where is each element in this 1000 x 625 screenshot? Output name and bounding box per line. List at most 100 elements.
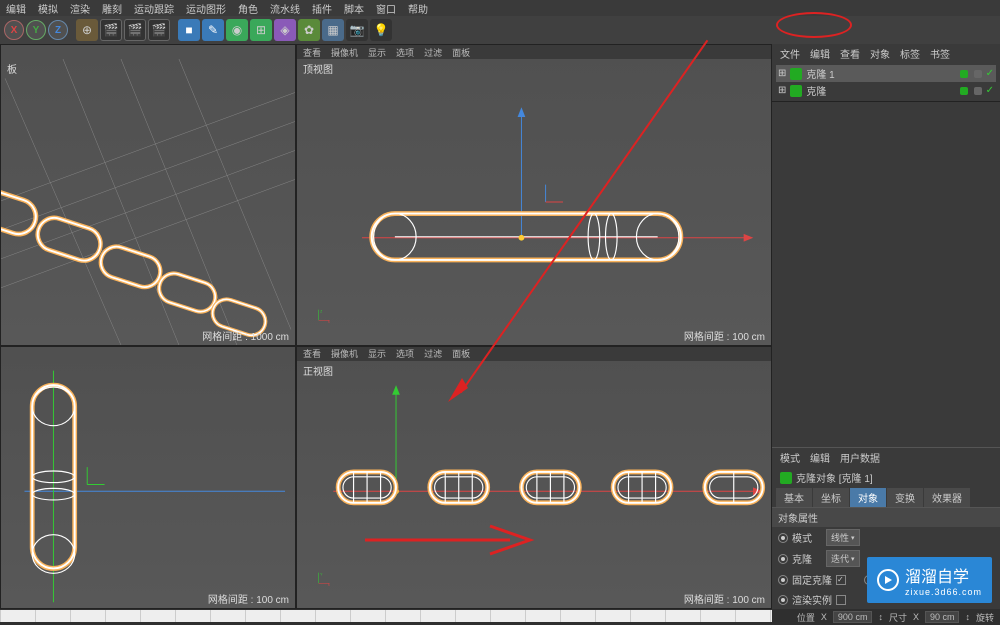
visibility-toggle[interactable] <box>960 87 968 95</box>
render-settings-button[interactable]: 🎬 <box>148 19 170 41</box>
light-button[interactable]: 💡 <box>370 19 392 41</box>
vp-menu-item[interactable]: 过滤 <box>424 347 442 360</box>
enable-check[interactable]: ✓ <box>986 85 994 96</box>
object-name: 克隆 1 <box>806 66 834 81</box>
vp-menu-item[interactable]: 显示 <box>368 347 386 360</box>
viewport-front[interactable]: 查看 摄像机 显示 选项 过滤 面板 正视图 <box>296 346 772 609</box>
om-menu-item[interactable]: 书签 <box>930 46 950 61</box>
axis-y-button[interactable]: Y <box>26 20 46 40</box>
menu-item[interactable]: 雕刻 <box>102 1 122 16</box>
object-tree-item[interactable]: ⊞ 克隆 1 ✓ <box>776 65 996 82</box>
tab-effector[interactable]: 效果器 <box>924 488 970 507</box>
expand-icon[interactable]: ⊞ <box>778 68 786 79</box>
menu-item[interactable]: 运动跟踪 <box>134 1 174 16</box>
menu-item[interactable]: 渲染 <box>70 1 90 16</box>
size-x-field[interactable]: 90 cm <box>925 611 960 623</box>
menu-item[interactable]: 流水线 <box>270 1 300 16</box>
grid-status: 网格间距 : 1000 cm <box>202 328 289 343</box>
timeline-ruler[interactable] <box>0 610 772 622</box>
hud-axis: X <box>913 612 919 622</box>
visibility-toggle[interactable] <box>960 70 968 78</box>
menu-item[interactable]: 角色 <box>238 1 258 16</box>
menu-item[interactable]: 窗口 <box>376 1 396 16</box>
floor-button[interactable]: ▦ <box>322 19 344 41</box>
attr-menu-item[interactable]: 模式 <box>780 450 800 465</box>
hud-label: 旋转 <box>976 611 994 624</box>
svg-text:Y: Y <box>320 572 323 576</box>
hud-axis: X <box>821 612 827 622</box>
grid-status: 网格间距 : 100 cm <box>684 328 765 343</box>
render-button[interactable]: 🎬 <box>100 19 122 41</box>
hud-label: 位置 <box>797 611 815 624</box>
tab-transform[interactable]: 变换 <box>887 488 923 507</box>
main-toolbar: X Y Z ⊕ 🎬 🎬 🎬 ■ ✎ ◉ ⊞ ◈ ✿ ▦ 📷 💡 <box>0 16 1000 44</box>
object-tree-item[interactable]: ⊞ 克隆 ✓ <box>776 82 996 99</box>
render-toggle[interactable] <box>974 87 982 95</box>
vp-menu-item[interactable]: 选项 <box>396 347 414 360</box>
menu-item[interactable]: 插件 <box>312 1 332 16</box>
menu-item[interactable]: 编辑 <box>6 1 26 16</box>
om-menu-item[interactable]: 对象 <box>870 46 890 61</box>
environment-button[interactable]: ✿ <box>298 19 320 41</box>
vp-menu-item[interactable]: 查看 <box>303 46 321 59</box>
nurbs-button[interactable]: ◉ <box>226 19 248 41</box>
attr-menu-item[interactable]: 用户数据 <box>840 450 880 465</box>
viewport-right[interactable]: 网格间距 : 100 cm <box>0 346 296 609</box>
vp-menu-item[interactable]: 面板 <box>452 347 470 360</box>
cube-primitive-button[interactable]: ■ <box>178 19 200 41</box>
main-menubar: 编辑 模拟 渲染 雕刻 运动跟踪 运动图形 角色 流水线 插件 脚本 窗口 帮助 <box>0 0 1000 16</box>
tab-basic[interactable]: 基本 <box>776 488 812 507</box>
vp-menu-item[interactable]: 摄像机 <box>331 46 358 59</box>
radio-icon[interactable] <box>778 554 788 564</box>
section-header: 对象属性 <box>772 507 1000 527</box>
pos-x-field[interactable]: 900 cm <box>833 611 873 623</box>
viewport-area: 板 <box>0 44 772 609</box>
radio-icon[interactable] <box>778 595 788 605</box>
menu-item[interactable]: 脚本 <box>344 1 364 16</box>
om-menu-item[interactable]: 标签 <box>900 46 920 61</box>
mograph-icon <box>780 472 792 484</box>
tab-object[interactable]: 对象 <box>850 488 886 507</box>
field-label: 渲染实例 <box>792 592 832 607</box>
watermark-url: zixue.3d66.com <box>905 587 982 597</box>
menu-item[interactable]: 运动图形 <box>186 1 226 16</box>
expand-icon[interactable]: ⊞ <box>778 85 786 96</box>
render-toggle[interactable] <box>974 70 982 78</box>
axis-x-button[interactable]: X <box>4 20 24 40</box>
coord-button[interactable]: ⊕ <box>76 19 98 41</box>
viewport-top[interactable]: 查看 摄像机 显示 选项 过滤 面板 顶视图 <box>296 44 772 346</box>
render-region-button[interactable]: 🎬 <box>124 19 146 41</box>
clone-dropdown[interactable]: 迭代 <box>826 550 860 567</box>
tab-coord[interactable]: 坐标 <box>813 488 849 507</box>
deformer-button[interactable]: ◈ <box>274 19 296 41</box>
grid-status: 网格间距 : 100 cm <box>684 591 765 606</box>
radio-icon[interactable] <box>778 533 788 543</box>
axis-z-button[interactable]: Z <box>48 20 68 40</box>
render-instance-checkbox[interactable] <box>836 595 846 605</box>
vp-menu-item[interactable]: 选项 <box>396 46 414 59</box>
array-button[interactable]: ⊞ <box>250 19 272 41</box>
radio-icon[interactable] <box>778 575 788 585</box>
axis-gizmo: ZX <box>309 293 339 323</box>
vp-menu-item[interactable]: 摄像机 <box>331 347 358 360</box>
axis-gizmo: YX <box>309 556 339 586</box>
watermark-text: 溜溜自学 <box>905 563 982 587</box>
vp-menu-item[interactable]: 查看 <box>303 347 321 360</box>
vp-menu-item[interactable]: 面板 <box>452 46 470 59</box>
enable-check[interactable]: ✓ <box>986 68 994 79</box>
vp-menu-item[interactable]: 过滤 <box>424 46 442 59</box>
menu-item[interactable]: 帮助 <box>408 1 428 16</box>
menu-item[interactable]: 模拟 <box>38 1 58 16</box>
vp-menu-item[interactable]: 显示 <box>368 46 386 59</box>
field-label: 模式 <box>792 530 812 545</box>
fix-clone-checkbox[interactable] <box>836 575 846 585</box>
svg-text:X: X <box>328 583 331 586</box>
camera-button[interactable]: 📷 <box>346 19 368 41</box>
om-menu-item[interactable]: 编辑 <box>810 46 830 61</box>
om-menu-item[interactable]: 查看 <box>840 46 860 61</box>
mode-dropdown[interactable]: 线性 <box>826 529 860 546</box>
viewport-perspective[interactable]: 板 <box>0 44 296 346</box>
attr-menu-item[interactable]: 编辑 <box>810 450 830 465</box>
om-menu-item[interactable]: 文件 <box>780 46 800 61</box>
pen-tool-button[interactable]: ✎ <box>202 19 224 41</box>
